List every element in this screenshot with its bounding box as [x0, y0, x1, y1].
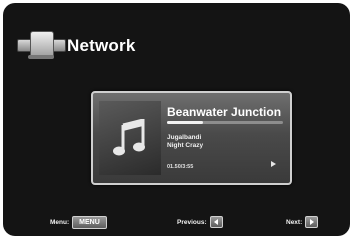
progress-fill	[167, 121, 203, 124]
previous-label: Previous:	[177, 218, 207, 226]
previous-control: Previous:	[177, 216, 223, 228]
header: Network	[15, 31, 135, 61]
next-label: Next:	[286, 218, 303, 226]
previous-arrow-icon[interactable]	[209, 216, 223, 228]
next-control: Next:	[286, 216, 319, 228]
album-art	[99, 101, 161, 175]
music-note-icon	[113, 119, 145, 156]
artist-name: Jugalbandi	[167, 134, 202, 141]
menu-control: Menu: MENU	[50, 216, 107, 229]
menu-button[interactable]: MENU	[72, 216, 107, 229]
page-title: Network	[67, 36, 136, 55]
track-title: Beanwater Junction	[167, 105, 282, 119]
now-playing-card[interactable]: Beanwater Junction Jugalbandi Night Craz…	[91, 91, 292, 185]
tv-screen: Network Beanwater Junction Jugalbandi Ni…	[3, 3, 350, 236]
network-icon	[15, 31, 67, 61]
play-icon[interactable]	[271, 161, 276, 167]
album-name: Night Crazy	[167, 142, 204, 149]
progress-bar[interactable]	[167, 121, 283, 124]
next-arrow-icon[interactable]	[305, 216, 319, 228]
time-readout: 01.50/3:55	[167, 164, 194, 170]
menu-label: Menu:	[50, 219, 70, 226]
